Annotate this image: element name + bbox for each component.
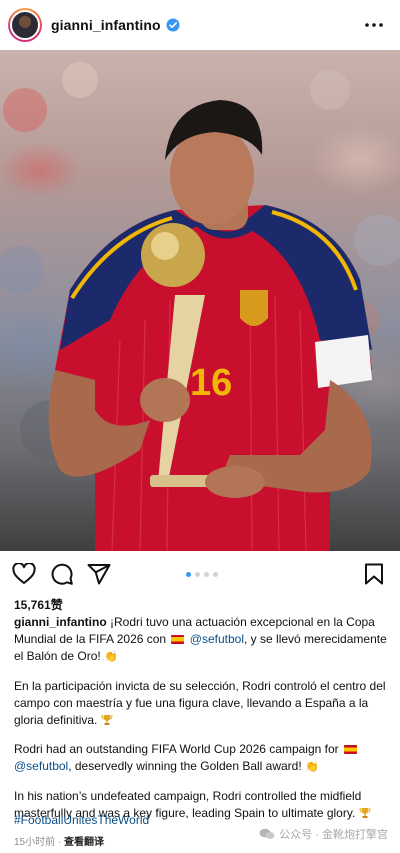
carousel-dot[interactable]: [213, 572, 218, 577]
bookmark-icon[interactable]: [361, 561, 387, 587]
post-meta: 15小时前 · 查看翻译: [14, 833, 104, 848]
clapping-hands-icon: 👏: [305, 761, 319, 773]
caption-paragraph: gianni_infantino ¡Rodri tuvo una actuaci…: [14, 614, 390, 666]
comment-icon[interactable]: [49, 561, 75, 587]
caption-text: , deservedly winning the Golden Ball awa…: [68, 759, 302, 773]
player-illustration: 16: [0, 62, 400, 551]
caption-paragraph: En la participación invicta de su selecc…: [14, 678, 390, 729]
watermark-text: 公众号 · 金靴炮打擎宫: [279, 829, 388, 841]
wechat-icon: [259, 828, 275, 840]
carousel-dot[interactable]: [195, 572, 200, 577]
trophy-icon: [359, 808, 371, 818]
caption-paragraph: Rodri had an outstanding FIFA World Cup …: [14, 741, 390, 776]
carousel-dot[interactable]: [186, 572, 191, 577]
clapping-hands-icon: 👏: [104, 651, 118, 663]
hashtag-link[interactable]: #FootballUnitesTheWorld: [14, 813, 149, 827]
caption-text: En la participación invicta de su selecc…: [14, 679, 386, 727]
like-count[interactable]: 15,761赞: [14, 596, 63, 613]
post-header: gianni_infantino: [0, 0, 400, 50]
avatar-story-ring[interactable]: [8, 8, 42, 42]
spain-flag-icon: [171, 635, 185, 644]
more-options-icon[interactable]: [362, 13, 386, 37]
verified-badge-icon: [166, 18, 180, 32]
jersey-number: 16: [190, 362, 232, 404]
heart-icon[interactable]: [11, 561, 37, 587]
post-caption: gianni_infantino ¡Rodri tuvo una actuaci…: [14, 614, 390, 834]
see-translation-link[interactable]: 查看翻译: [64, 837, 104, 848]
username[interactable]: gianni_infantino: [51, 17, 161, 33]
caption-username[interactable]: gianni_infantino: [14, 615, 107, 629]
carousel-dot[interactable]: [204, 572, 209, 577]
carousel-indicator: [186, 572, 218, 577]
post-timestamp: 15小时前 ·: [14, 837, 62, 848]
caption-text: Rodri had an outstanding FIFA World Cup …: [14, 742, 339, 756]
spain-flag-icon: [343, 745, 357, 754]
post-photo[interactable]: 16: [0, 50, 400, 551]
hashtag-text[interactable]: #FootballUnitesTheWorld: [14, 813, 149, 827]
avatar[interactable]: [10, 10, 40, 40]
watermark: 公众号 · 金靴炮打擎宫: [259, 826, 388, 842]
share-icon[interactable]: [86, 561, 112, 587]
mention-link[interactable]: @sefutbol: [14, 759, 68, 773]
mention-link[interactable]: @sefutbol: [190, 632, 244, 646]
trophy-icon: [101, 715, 113, 725]
